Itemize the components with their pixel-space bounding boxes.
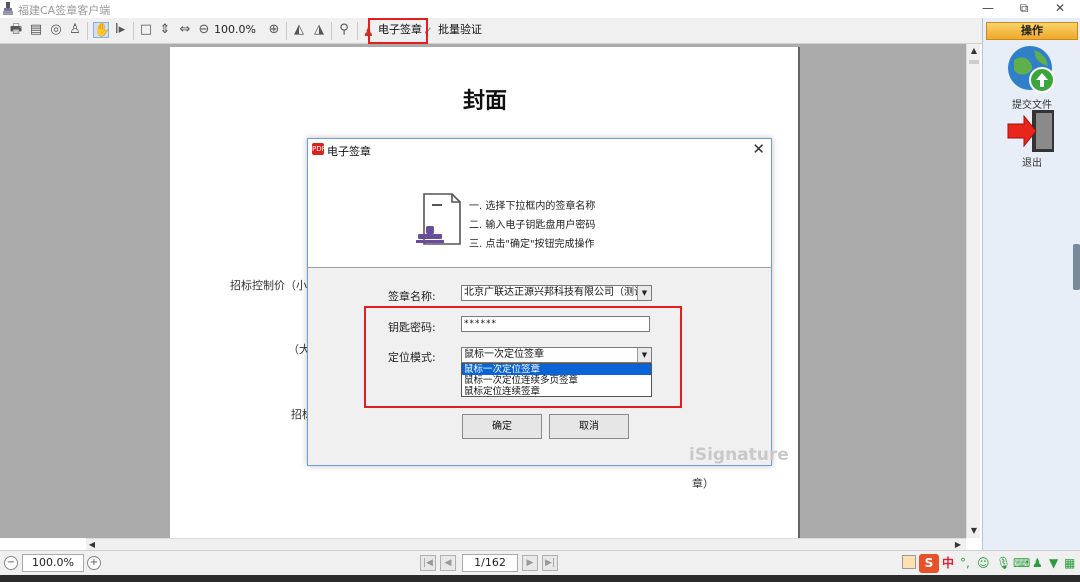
status-bar: − 100.0% + |◀ ◀ 1/162 ▶ ▶| S 中 °, ☺ 🎙 ⌨ … bbox=[0, 550, 1080, 575]
statusbar-zoom-value[interactable]: 100.0% bbox=[22, 554, 84, 572]
rotate-left-icon[interactable]: ◭ bbox=[291, 22, 307, 38]
stamp-tool-icon[interactable]: ♙ bbox=[67, 22, 83, 38]
seal-name-value: 北京广联达正源兴邦科技有限公司（测试） bbox=[464, 287, 652, 298]
zoom-in-icon[interactable]: + bbox=[87, 556, 101, 570]
toolbar-zoom-value[interactable]: 100.0% bbox=[214, 23, 256, 36]
restore-button[interactable]: ⧉ bbox=[1008, 0, 1040, 18]
instruction-step: 一. 选择下拉框内的签章名称 bbox=[469, 201, 596, 212]
last-page-icon[interactable]: ▶| bbox=[542, 555, 558, 571]
window-titlebar: 福建CA签章客户端 — ⧉ ✕ bbox=[0, 0, 1080, 18]
scroll-up-icon[interactable]: ▲ bbox=[967, 44, 981, 58]
cancel-button[interactable]: 取消 bbox=[549, 414, 629, 439]
scroll-down-icon[interactable]: ▼ bbox=[967, 524, 981, 538]
instruction-step: 三. 点击"确定"按钮完成操作 bbox=[469, 239, 595, 250]
binoculars-icon[interactable]: ◎ bbox=[48, 22, 64, 38]
page-text-fragment: 章） bbox=[692, 477, 714, 490]
operation-side-panel: 操作 提交文件 退出 bbox=[982, 18, 1080, 556]
select-text-icon[interactable]: I▸ bbox=[112, 22, 128, 38]
seal-name-select[interactable]: 北京广联达正源兴邦科技有限公司（测试） ▼ bbox=[461, 285, 652, 301]
user-icon[interactable]: ♟ bbox=[1032, 554, 1043, 572]
instruction-step: 二. 输入电子钥匙盘用户密码 bbox=[469, 220, 596, 231]
globe-submit-icon bbox=[1008, 46, 1055, 93]
esign-dialog: PDF 电子签章 ✕ 一. 选择下拉框内的签章名称 二. 输入电子钥匙盘用户密码… bbox=[307, 138, 789, 466]
fit-width-icon[interactable]: ⇔ bbox=[177, 22, 193, 38]
page-heading: 封面 bbox=[462, 88, 507, 114]
pdf-app-icon: PDF bbox=[312, 143, 326, 155]
shirt-skin-icon[interactable]: ▼ bbox=[1049, 554, 1058, 572]
vertical-scroll-thumb[interactable] bbox=[969, 60, 979, 64]
isignature-watermark: iSignature bbox=[689, 445, 789, 465]
batch-verify-button[interactable]: ✓ 批量验证 bbox=[422, 21, 482, 41]
panel-resize-handle[interactable] bbox=[1073, 244, 1080, 290]
toolbox-icon[interactable]: ▦ bbox=[1064, 554, 1075, 572]
page-indicator[interactable]: 1/162 bbox=[462, 554, 518, 572]
toolbar-divider bbox=[133, 22, 134, 40]
side-panel-header: 操作 bbox=[986, 22, 1078, 40]
horizontal-scrollbar[interactable]: ◀ ▶ bbox=[86, 538, 966, 550]
emoji-icon[interactable]: ☺ bbox=[977, 554, 990, 572]
ok-button[interactable]: 确定 bbox=[462, 414, 542, 439]
esign-highlight-annotation bbox=[368, 18, 428, 44]
toolbar-divider bbox=[286, 22, 287, 40]
dialog-instructions: 一. 选择下拉框内的签章名称 二. 输入电子钥匙盘用户密码 三. 点击"确定"按… bbox=[308, 160, 771, 268]
first-page-icon[interactable]: |◀ bbox=[420, 555, 436, 571]
vertical-scrollbar[interactable]: ▲ ▼ bbox=[966, 44, 980, 538]
sogou-ime-icon[interactable]: S bbox=[919, 554, 939, 573]
zoom-in-icon[interactable]: ⊕ bbox=[266, 22, 282, 38]
app-logo-icon bbox=[3, 2, 13, 15]
main-toolbar: 🖶 ▤ ◎ ♙ ✋ I▸ □ ⇕ ⇔ ⊖ 100.0% ⊕ ◭ ◮ ⚲ ♟ 电子… bbox=[0, 18, 982, 44]
window-title: 福建CA签章客户端 bbox=[18, 4, 111, 17]
toolbar-divider bbox=[357, 22, 358, 40]
single-page-icon[interactable]: □ bbox=[138, 22, 154, 38]
exit-button[interactable]: 退出 bbox=[983, 108, 1080, 169]
next-page-icon[interactable]: ▶ bbox=[522, 555, 538, 571]
layout-icon[interactable] bbox=[902, 555, 916, 569]
chevron-down-icon[interactable]: ▼ bbox=[637, 286, 651, 300]
credentials-highlight-annotation bbox=[364, 306, 682, 408]
dialog-close-icon[interactable]: ✕ bbox=[752, 140, 765, 158]
punctuation-icon[interactable]: °, bbox=[960, 554, 970, 572]
rotate-right-icon[interactable]: ◮ bbox=[311, 22, 327, 38]
submit-file-button[interactable]: 提交文件 bbox=[983, 44, 1080, 111]
document-properties-icon[interactable]: ▤ bbox=[28, 22, 44, 38]
zoom-out-icon[interactable]: ⊖ bbox=[196, 22, 212, 38]
dialog-titlebar: PDF 电子签章 ✕ bbox=[308, 139, 771, 160]
batch-verify-label: 批量验证 bbox=[438, 23, 482, 36]
exit-door-icon bbox=[1007, 110, 1054, 152]
previous-page-icon[interactable]: ◀ bbox=[440, 555, 456, 571]
taskbar-edge bbox=[0, 575, 1080, 582]
microphone-icon[interactable]: 🎙 bbox=[996, 554, 1011, 572]
close-window-button[interactable]: ✕ bbox=[1044, 0, 1076, 18]
page-text-fragment: 招标控制价（小写 bbox=[230, 279, 318, 292]
exit-label: 退出 bbox=[1022, 158, 1042, 169]
hand-tool-icon[interactable]: ✋ bbox=[93, 22, 110, 38]
fit-height-icon[interactable]: ⇕ bbox=[157, 22, 173, 38]
keyboard-icon[interactable]: ⌨ bbox=[1013, 554, 1030, 572]
dialog-title: 电子签章 bbox=[327, 145, 371, 158]
toolbar-divider bbox=[331, 22, 332, 40]
toolbar-divider bbox=[87, 22, 88, 40]
document-stamp-icon bbox=[416, 193, 461, 245]
ime-language-label[interactable]: 中 bbox=[942, 554, 954, 572]
minimize-button[interactable]: — bbox=[972, 0, 1004, 18]
zoom-out-icon[interactable]: − bbox=[4, 556, 18, 570]
print-icon[interactable]: 🖶 bbox=[8, 22, 24, 38]
seal-name-label: 签章名称: bbox=[388, 290, 436, 303]
search-icon[interactable]: ⚲ bbox=[336, 22, 352, 38]
